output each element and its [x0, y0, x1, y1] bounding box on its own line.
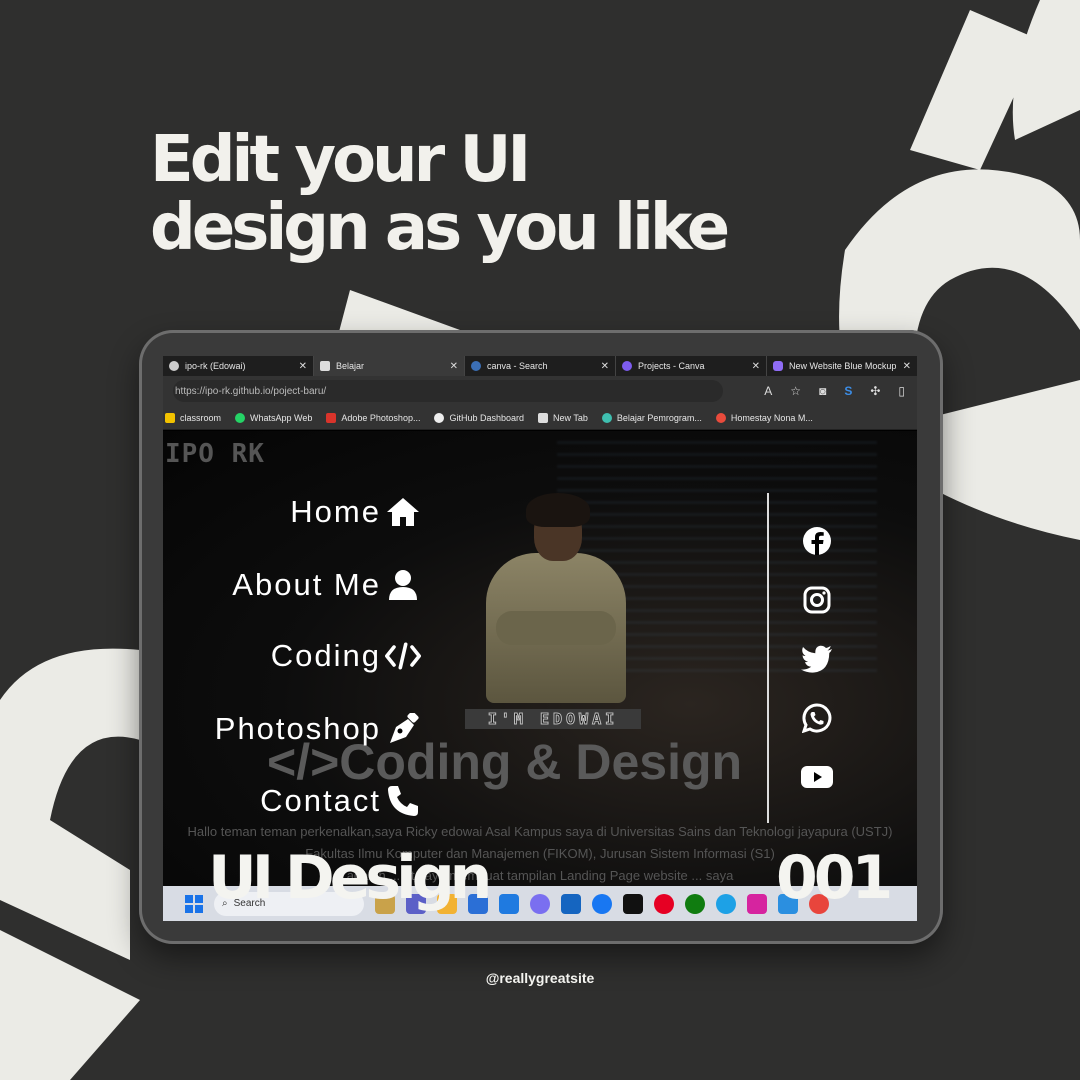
- windows-start-icon[interactable]: [185, 894, 203, 913]
- instagram-icon[interactable]: [797, 582, 837, 618]
- browser-tab[interactable]: New Website Blue Mockup ✕: [767, 356, 917, 376]
- photos-icon[interactable]: [530, 893, 550, 914]
- browser-tab[interactable]: canva - Search ✕: [465, 356, 616, 376]
- home-icon: [385, 496, 421, 528]
- tab-label: ipo-rk (Edowai): [185, 361, 246, 371]
- close-icon[interactable]: ✕: [601, 361, 609, 372]
- nav-label: Contact: [260, 783, 381, 818]
- page-icon: [320, 361, 330, 371]
- bookmark-label: WhatsApp Web: [250, 412, 313, 423]
- learning-icon: [601, 412, 612, 423]
- bookmark-item[interactable]: GitHub Dashboard: [434, 412, 524, 423]
- adobe-icon: [326, 412, 337, 423]
- whatsapp-icon[interactable]: [797, 700, 837, 736]
- nav-contact[interactable]: Contact: [260, 783, 421, 819]
- nav-coding[interactable]: Coding: [271, 638, 421, 674]
- extensions-icon[interactable]: ✣: [870, 384, 880, 398]
- bookmarks-bar: classroom WhatsApp Web Adobe Photoshop..…: [163, 406, 917, 430]
- name-badge: I'M EDOWAI: [465, 709, 641, 729]
- profile-photo: [486, 491, 626, 703]
- website-page: IPO RK I'M EDOWAI </>Coding & Design Hom…: [163, 431, 917, 886]
- site-logo[interactable]: IPO RK: [165, 439, 265, 469]
- headline-line-1: Edit your UI: [150, 123, 531, 197]
- bookmark-label: Homestay Nona M...: [730, 412, 813, 423]
- bookmark-label: GitHub Dashboard: [449, 412, 524, 423]
- classroom-icon: [165, 412, 175, 423]
- facebook-icon[interactable]: [592, 893, 612, 914]
- tab-label: New Website Blue Mockup: [789, 361, 897, 371]
- map-pin-icon: [715, 412, 726, 423]
- tab-label: Projects - Canva: [638, 361, 705, 371]
- browser-tab[interactable]: Projects - Canva ✕: [616, 356, 767, 376]
- bookmark-label: New Tab: [553, 412, 588, 423]
- nav-label: About Me: [232, 567, 381, 602]
- close-icon[interactable]: ✕: [450, 361, 458, 372]
- extension-s-icon[interactable]: S: [844, 384, 852, 398]
- pen-icon: [385, 713, 421, 745]
- bookmark-label: classroom: [180, 412, 222, 423]
- overlay-title: UI Design: [208, 843, 492, 913]
- address-bar-row: https://ipo-rk.github.io/poject-baru/ A …: [163, 376, 917, 406]
- whatsapp-icon: [235, 412, 246, 423]
- nav-home[interactable]: Home: [290, 494, 421, 530]
- twitter-icon[interactable]: [797, 641, 837, 677]
- bookmark-label: Adobe Photoshop...: [341, 412, 421, 423]
- address-bar-icons: A ☆ ◙ S ✣ ▯: [764, 384, 905, 398]
- nav-label: Photoshop: [214, 711, 381, 746]
- nav-label: Coding: [270, 638, 381, 673]
- close-icon[interactable]: ✕: [752, 361, 760, 372]
- edge-icon[interactable]: [716, 893, 736, 914]
- camera-icon[interactable]: ◙: [819, 384, 826, 398]
- bookmark-item[interactable]: WhatsApp Web: [235, 412, 313, 423]
- mail-icon[interactable]: [499, 893, 519, 914]
- read-aloud-icon[interactable]: A: [764, 384, 772, 398]
- canva-icon: [622, 361, 632, 371]
- facebook-icon[interactable]: [797, 523, 837, 559]
- nav-photoshop[interactable]: Photoshop: [215, 711, 421, 747]
- tab-label: canva - Search: [487, 361, 548, 371]
- overlay-number: 001: [776, 843, 893, 913]
- headline-line-2: design as you like: [150, 191, 730, 265]
- browser-tab[interactable]: Belajar ✕: [314, 356, 465, 376]
- tab-label: Belajar: [336, 361, 365, 371]
- search-icon: [471, 361, 481, 371]
- browser-tab-bar: ipo-rk (Edowai) ✕ Belajar ✕ canva - Search…: [163, 356, 917, 376]
- youtube-icon[interactable]: [797, 759, 837, 795]
- browser-tab[interactable]: ipo-rk (Edowai) ✕: [163, 356, 314, 376]
- favorite-icon[interactable]: ☆: [790, 384, 801, 398]
- tablet-screen: ipo-rk (Edowai) ✕ Belajar ✕ canva - Search…: [163, 356, 917, 921]
- headline: Edit your UI design as you like: [150, 126, 750, 262]
- close-icon[interactable]: ✕: [903, 361, 911, 372]
- canva-icon: [773, 361, 783, 371]
- x-icon[interactable]: [623, 893, 643, 914]
- code-icon: [385, 640, 421, 672]
- nav-label: Home: [290, 494, 381, 529]
- github-icon: [169, 361, 179, 371]
- bookmark-label: Belajar Pemrogram...: [616, 412, 702, 423]
- bookmark-item[interactable]: Belajar Pemrogram...: [601, 412, 702, 423]
- bookmark-item[interactable]: Homestay Nona M...: [715, 412, 813, 423]
- outlook-icon[interactable]: [561, 893, 581, 914]
- bookmark-item[interactable]: Adobe Photoshop...: [326, 412, 421, 423]
- bookmark-item[interactable]: classroom: [165, 412, 222, 423]
- page-icon: [538, 412, 548, 423]
- bookmark-item[interactable]: New Tab: [538, 412, 588, 423]
- instagram-icon[interactable]: [747, 893, 767, 914]
- xbox-icon[interactable]: [685, 893, 705, 914]
- nav-about-me[interactable]: About Me: [232, 567, 421, 603]
- user-icon: [385, 569, 421, 601]
- phone-icon: [385, 785, 421, 817]
- close-icon[interactable]: ✕: [299, 361, 307, 372]
- pinterest-icon[interactable]: [654, 893, 674, 914]
- social-handle: @reallygreatsite: [485, 970, 595, 986]
- vertical-divider: [767, 493, 769, 823]
- url-field[interactable]: https://ipo-rk.github.io/poject-baru/: [173, 380, 723, 402]
- split-screen-icon[interactable]: ▯: [898, 384, 905, 398]
- github-icon: [434, 412, 445, 423]
